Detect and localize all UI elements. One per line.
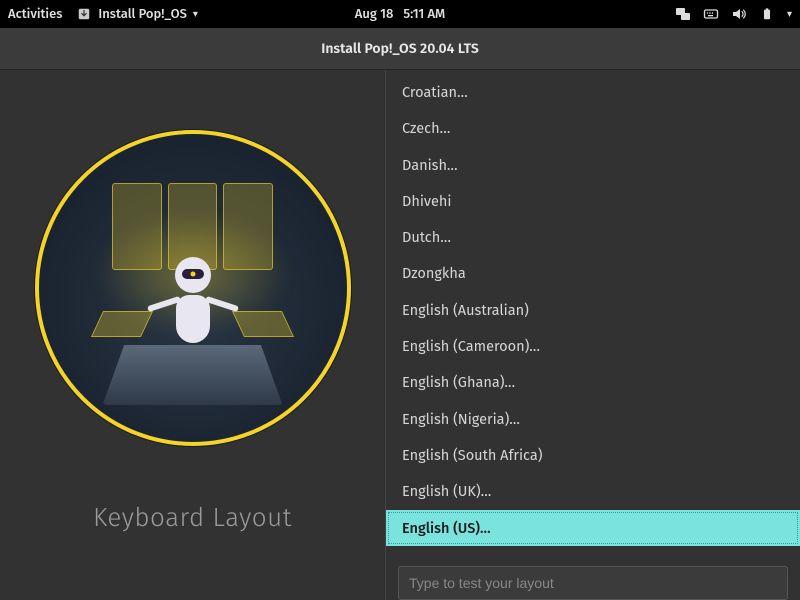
hero-illustration bbox=[35, 130, 351, 446]
app-menu-label: Install Pop!_OS bbox=[98, 7, 186, 22]
clock[interactable]: Aug 18 5:11 AM bbox=[355, 7, 445, 22]
right-pane: Croatian…Czech…Danish…DhivehiDutch…Dzong… bbox=[385, 70, 800, 600]
keyboard-layout-list[interactable]: Croatian…Czech…Danish…DhivehiDutch…Dzong… bbox=[386, 74, 800, 556]
layout-option[interactable]: Dutch… bbox=[386, 219, 800, 255]
system-tray[interactable]: ▾ bbox=[675, 6, 792, 22]
gnome-topbar: Activities Install Pop!_OS ▾ Aug 18 5:11… bbox=[0, 0, 800, 28]
layout-option[interactable]: English (Nigeria)… bbox=[386, 401, 800, 437]
layout-option[interactable]: English (Cameroon)… bbox=[386, 328, 800, 364]
test-layout-input[interactable] bbox=[398, 566, 788, 600]
activities-button[interactable]: Activities bbox=[8, 7, 62, 22]
left-pane: Keyboard Layout bbox=[0, 70, 385, 600]
network-icon bbox=[675, 6, 691, 22]
volume-icon bbox=[731, 6, 747, 22]
app-menu[interactable]: Install Pop!_OS ▾ bbox=[76, 6, 198, 22]
installer-icon bbox=[76, 6, 92, 22]
chevron-down-icon: ▾ bbox=[787, 8, 792, 20]
layout-option[interactable]: Dhivehi bbox=[386, 183, 800, 219]
test-input-container bbox=[386, 556, 800, 600]
layout-option[interactable]: English (Ghana)… bbox=[386, 364, 800, 400]
keyboard-indicator-icon bbox=[703, 6, 719, 22]
layout-option[interactable]: Danish… bbox=[386, 147, 800, 183]
layout-option[interactable]: Czech… bbox=[386, 110, 800, 146]
topbar-left: Activities Install Pop!_OS ▾ bbox=[8, 6, 198, 22]
battery-icon bbox=[759, 6, 775, 22]
clock-time: 5:11 AM bbox=[403, 7, 445, 22]
installer-content: Keyboard Layout Croatian…Czech…Danish…Dh… bbox=[0, 70, 800, 600]
layout-option[interactable]: Croatian… bbox=[386, 74, 800, 110]
layout-option[interactable]: English (UK)… bbox=[386, 473, 800, 509]
page-title: Keyboard Layout bbox=[93, 502, 292, 533]
window-title: Install Pop!_OS 20.04 LTS bbox=[321, 40, 479, 57]
layout-option[interactable]: English (US)… bbox=[386, 510, 800, 546]
layout-option[interactable]: English (South Africa) bbox=[386, 437, 800, 473]
layout-option[interactable]: English (Australian) bbox=[386, 292, 800, 328]
layout-option[interactable]: Dzongkha bbox=[386, 255, 800, 291]
clock-date: Aug 18 bbox=[355, 7, 394, 22]
window-titlebar: Install Pop!_OS 20.04 LTS bbox=[0, 28, 800, 70]
chevron-down-icon: ▾ bbox=[193, 8, 198, 20]
